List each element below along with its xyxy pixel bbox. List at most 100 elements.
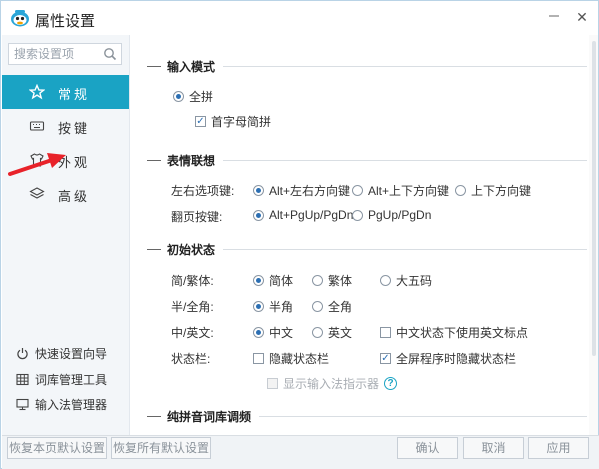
search-input[interactable] (9, 44, 99, 64)
ok-button[interactable]: 确认 (397, 437, 458, 459)
grid-icon (16, 373, 29, 385)
radio-label: Alt+PgUp/PgDn (269, 208, 354, 222)
layers-icon (29, 187, 45, 199)
minimize-icon (549, 15, 559, 17)
checkbox-label: 中文状态下使用英文标点 (396, 326, 529, 340)
dialog-footer: 恢复本页默认设置 恢复所有默认设置 确认 取消 应用 (2, 435, 599, 469)
section-dash (147, 248, 161, 250)
vertical-scrollbar-thumb[interactable] (592, 41, 596, 356)
radio-alt-leftright[interactable]: Alt+左右方向键 (253, 182, 350, 199)
monitor-icon (16, 398, 29, 410)
checkbox-fullscreen-hide[interactable]: ✓ 全屏程序时隐藏状态栏 (380, 350, 516, 367)
sidebar-item-label: 按键 (58, 121, 91, 136)
checkbox-box[interactable] (253, 353, 264, 364)
radio-button[interactable] (253, 185, 264, 196)
restore-all-defaults-button[interactable]: 恢复所有默认设置 (111, 437, 211, 459)
leftright-key-label: 左右选项键: (171, 184, 235, 198)
radio-quanjiao[interactable]: 全角 (312, 298, 352, 315)
restore-page-defaults-button[interactable]: 恢复本页默认设置 (7, 437, 107, 459)
section-title: 初始状态 (167, 242, 216, 257)
radio-zhongwen[interactable]: 中文 (253, 324, 293, 341)
radio-button[interactable] (455, 185, 466, 196)
radio-button[interactable] (312, 275, 323, 286)
checkbox-box[interactable]: ✓ (195, 116, 206, 127)
radio-button[interactable] (312, 327, 323, 338)
sidebar-item-label: 外观 (58, 155, 91, 170)
section-pinyin-freq: 纯拼音词库调频 (147, 408, 587, 424)
cancel-button[interactable]: 取消 (463, 437, 524, 459)
checkbox-box[interactable]: ✓ (380, 353, 391, 364)
radio-yingwen[interactable]: 英文 (312, 324, 352, 341)
radio-label: 中文 (269, 326, 294, 340)
sidebar: 常规 按键 外观 高级 (2, 35, 130, 435)
section-emoji: 表情联想 (147, 152, 587, 168)
star-icon (29, 84, 45, 100)
section-divider (223, 248, 587, 250)
radio-label: 全拼 (189, 90, 214, 104)
checkbox-hide-statusbar[interactable]: 隐藏状态栏 (253, 350, 329, 367)
statusbar-label: 状态栏: (171, 352, 211, 366)
checkbox-shouzimu[interactable]: ✓ 首字母简拼 (195, 113, 271, 130)
quick-setup-wizard-link[interactable]: 快速设置向导 (16, 344, 107, 362)
radio-fanti[interactable]: 繁体 (312, 272, 352, 289)
apply-button[interactable]: 应用 (528, 437, 589, 459)
sidebar-item-advanced[interactable]: 高级 (2, 177, 129, 211)
radio-quanpin[interactable]: 全拼 (173, 88, 213, 105)
section-input-mode: 输入模式 (147, 58, 587, 74)
radio-label: 全角 (328, 300, 353, 314)
sidebar-item-appearance[interactable]: 外观 (2, 143, 129, 177)
checkbox-box[interactable] (380, 327, 391, 338)
jianfan-label: 简/繁体: (171, 274, 214, 288)
checkbox-label: 显示输入法指示器 (283, 377, 380, 391)
shirt-icon (30, 153, 44, 167)
sidebar-item-keys[interactable]: 按键 (2, 109, 129, 143)
radio-label: 上下方向键 (471, 184, 532, 198)
radio-label: 繁体 (328, 274, 353, 288)
side-link-label: 输入法管理器 (35, 397, 108, 412)
section-title: 表情联想 (167, 153, 216, 168)
radio-updown[interactable]: 上下方向键 (455, 182, 531, 199)
radio-label: PgUp/PgDn (368, 208, 432, 222)
radio-button[interactable] (253, 327, 264, 338)
radio-button[interactable] (312, 301, 323, 312)
search-icon[interactable] (103, 47, 117, 61)
zhongying-label: 中/英文: (171, 326, 214, 340)
checkbox-box[interactable] (267, 378, 278, 389)
radio-label: Alt+上下方向键 (368, 184, 450, 198)
window-title: 属性设置 (35, 13, 96, 30)
radio-alt-updown[interactable]: Alt+上下方向键 (352, 182, 449, 199)
dictionary-tool-link[interactable]: 词库管理工具 (16, 370, 107, 388)
keyboard-icon (29, 121, 45, 131)
help-icon[interactable]: ? (384, 377, 398, 390)
radio-jianti[interactable]: 简体 (253, 272, 293, 289)
settings-window: 属性设置 ✕ 常规 按键 (0, 0, 599, 469)
section-divider (223, 65, 587, 67)
sidebar-item-label: 常规 (58, 87, 91, 102)
search-box[interactable] (8, 43, 122, 65)
section-dash (147, 415, 161, 417)
radio-alt-pgup[interactable]: Alt+PgUp/PgDn (253, 208, 353, 222)
radio-banjiao[interactable]: 半角 (253, 298, 293, 315)
radio-button[interactable] (352, 185, 363, 196)
radio-button[interactable] (253, 275, 264, 286)
section-title: 输入模式 (167, 59, 216, 74)
section-dash (147, 159, 161, 161)
radio-button[interactable] (352, 209, 363, 221)
radio-button[interactable] (380, 275, 391, 286)
checkbox-show-indicator[interactable]: 显示输入法指示器 ? (267, 375, 398, 392)
power-icon (17, 347, 28, 359)
close-button[interactable]: ✕ (573, 9, 591, 25)
radio-pgup[interactable]: PgUp/PgDn (352, 208, 431, 222)
radio-button[interactable] (253, 301, 264, 312)
section-dash (147, 65, 161, 67)
minimize-button[interactable] (545, 9, 563, 25)
checkbox-english-punct[interactable]: 中文状态下使用英文标点 (380, 324, 528, 341)
radio-button[interactable] (173, 91, 184, 102)
ime-manager-link[interactable]: 输入法管理器 (16, 395, 107, 413)
app-logo-icon (11, 10, 29, 27)
radio-button[interactable] (253, 209, 264, 221)
radio-label: 半角 (269, 300, 294, 314)
section-title: 纯拼音词库调频 (167, 409, 252, 424)
sidebar-item-general[interactable]: 常规 (2, 75, 129, 109)
radio-big5[interactable]: 大五码 (380, 272, 432, 289)
